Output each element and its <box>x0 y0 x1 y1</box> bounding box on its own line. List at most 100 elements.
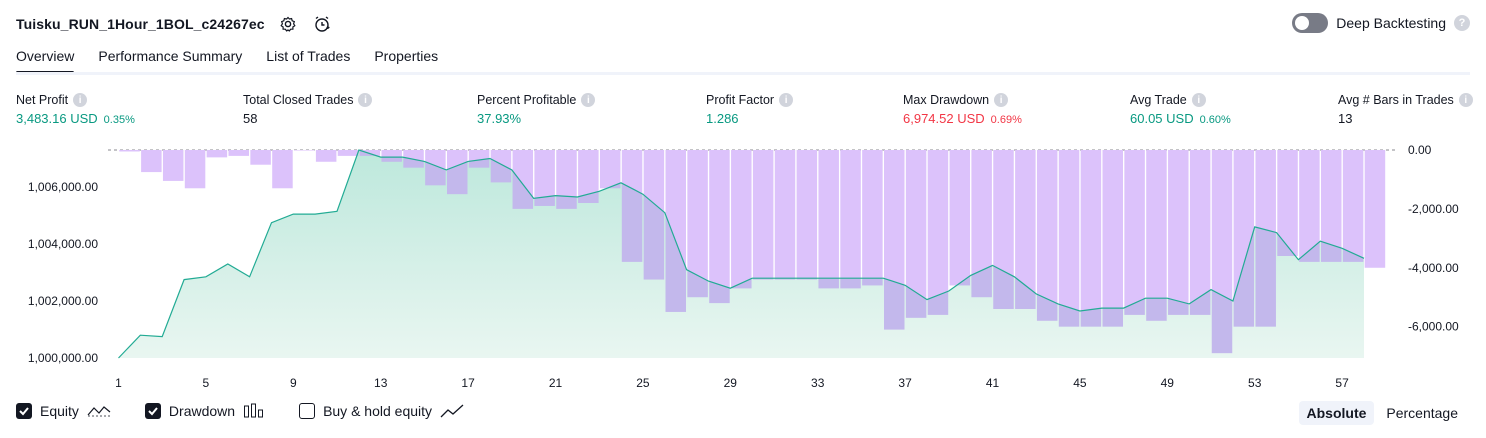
x-axis-tick-label: 9 <box>290 376 297 390</box>
trend-line-icon <box>440 404 464 418</box>
x-axis-tick-label: 1 <box>115 376 122 390</box>
metric-avg-bars: Avg # Bars in Trades i 13 <box>1338 93 1473 126</box>
metric-value: 13 <box>1338 111 1353 126</box>
legend-buy-hold[interactable]: Buy & hold equity <box>299 403 464 419</box>
drawdown-bar <box>1189 150 1211 315</box>
deep-backtesting: Deep Backtesting ? <box>1292 13 1470 33</box>
x-axis-tick-label: 49 <box>1161 376 1175 390</box>
drawdown-bar <box>862 150 883 286</box>
x-axis-tick-label: 45 <box>1073 376 1087 390</box>
metric-label: Max Drawdown <box>903 93 990 107</box>
metric-total-closed-trades: Total Closed Trades i 58 <box>243 93 373 126</box>
legend-drawdown[interactable]: Drawdown <box>144 403 265 419</box>
drawdown-bar <box>206 150 228 158</box>
deep-backtesting-label: Deep Backtesting <box>1336 15 1446 31</box>
metric-percent-profitable: Percent Profitable i 37.93% <box>477 93 596 126</box>
drawdown-checkbox[interactable] <box>144 403 161 419</box>
metric-label: Percent Profitable <box>477 93 577 107</box>
report-tabs: Overview Performance Summary List of Tra… <box>16 44 438 74</box>
deep-backtesting-toggle[interactable] <box>1292 13 1329 33</box>
metric-profit-factor: Profit Factor i 1.286 <box>706 93 794 126</box>
drawdown-bar <box>1146 150 1167 321</box>
metric-value: 3,483.16 USD <box>16 111 98 126</box>
drawdown-bar <box>1102 150 1123 327</box>
metric-max-drawdown: Max Drawdown i 6,974.52 USD 0.69% <box>903 93 1022 126</box>
right-axis-tick-label: -6,000.00 <box>1408 320 1459 334</box>
metric-value: 60.05 USD <box>1130 111 1194 126</box>
drawdown-bar <box>796 150 818 280</box>
legend-equity[interactable]: Equity <box>16 403 111 419</box>
drawdown-bar <box>250 150 271 165</box>
value-mode-switch: Absolute Percentage <box>1298 401 1467 425</box>
x-axis-tick-label: 25 <box>636 376 650 390</box>
x-axis-tick-label: 21 <box>549 376 563 390</box>
x-axis-tick-label: 33 <box>811 376 825 390</box>
left-axis-tick-label: 1,000,000.00 <box>28 351 98 365</box>
info-icon[interactable]: i <box>1191 93 1206 107</box>
right-axis-tick-label: -2,000.00 <box>1408 202 1459 216</box>
drawdown-bar <box>1080 150 1102 327</box>
metric-percent: 0.69% <box>990 114 1022 126</box>
tab-list-of-trades[interactable]: List of Trades <box>266 44 350 74</box>
strategy-title: Tuisku_RUN_1Hour_1BOL_c24267ec <box>16 16 265 32</box>
info-icon[interactable]: i <box>73 93 88 107</box>
info-icon[interactable]: i <box>1458 93 1473 107</box>
drawdown-bar <box>228 150 249 156</box>
bar-chart-icon <box>244 403 264 418</box>
drawdown-bar <box>731 150 752 289</box>
tab-overview[interactable]: Overview <box>16 44 75 74</box>
metric-label: Total Closed Trades <box>243 93 354 107</box>
right-axis-tick-label: 0.00 <box>1408 143 1432 157</box>
tabs-divider <box>16 72 1470 75</box>
left-axis-tick-label: 1,002,000.00 <box>28 294 98 308</box>
mode-percentage[interactable]: Percentage <box>1378 401 1466 425</box>
legend-drawdown-label: Drawdown <box>168 403 236 419</box>
equity-line-icon <box>87 406 111 417</box>
metric-value: 1.286 <box>706 111 739 126</box>
x-axis-tick-label: 57 <box>1335 376 1349 390</box>
drawdown-bar <box>949 150 971 286</box>
metric-net-profit: Net Profit i 3,483.16 USD 0.35% <box>16 93 135 126</box>
metric-label: Net Profit <box>16 93 69 107</box>
settings-icon[interactable] <box>277 13 299 35</box>
legend-equity-label: Equity <box>40 403 79 419</box>
tab-performance-summary[interactable]: Performance Summary <box>98 44 242 74</box>
info-icon[interactable]: i <box>779 93 794 107</box>
drawdown-bar <box>818 150 839 289</box>
chart-legend: Equity Drawdown Buy & hold equity <box>16 403 464 419</box>
metric-percent: 0.35% <box>103 114 135 126</box>
metrics-row: Net Profit i 3,483.16 USD 0.35% Total Clos… <box>0 93 1486 133</box>
equity-drawdown-chart[interactable]: 1,000,000.00 1,002,000.00 1,004,000.00 1,00… <box>0 140 1486 395</box>
drawdown-bar <box>1124 150 1145 315</box>
help-icon[interactable]: ? <box>1454 15 1470 31</box>
info-icon[interactable]: i <box>994 93 1009 107</box>
x-axis-tick-label: 29 <box>724 376 738 390</box>
x-axis-tick-label: 41 <box>986 376 1000 390</box>
drawdown-bar <box>1058 150 1080 327</box>
buy-hold-checkbox[interactable] <box>299 403 316 419</box>
metric-value: 6,974.52 USD <box>903 111 985 126</box>
info-icon[interactable]: i <box>358 93 373 107</box>
drawdown-bar <box>315 150 337 162</box>
drawdown-bar <box>184 150 206 189</box>
drawdown-bar <box>337 150 359 156</box>
metric-label: Avg Trade <box>1130 93 1187 107</box>
drawdown-bar <box>162 150 184 181</box>
drawdown-bar <box>774 150 796 280</box>
x-axis-tick-label: 37 <box>898 376 912 390</box>
left-axis-tick-label: 1,004,000.00 <box>28 237 98 251</box>
drawdown-bar <box>272 150 293 189</box>
tab-properties[interactable]: Properties <box>374 44 438 74</box>
mode-absolute[interactable]: Absolute <box>1298 401 1375 425</box>
metric-value: 58 <box>243 111 258 126</box>
right-axis-tick-label: -4,000.00 <box>1408 261 1459 275</box>
left-axis-tick-label: 1,006,000.00 <box>28 180 98 194</box>
metric-label: Avg # Bars in Trades <box>1338 93 1454 107</box>
info-icon[interactable]: i <box>581 93 596 107</box>
alarm-clock-icon[interactable] <box>311 13 333 35</box>
drawdown-bar <box>1364 150 1386 268</box>
drawdown-bar <box>1168 150 1189 315</box>
drawdown-bar <box>119 150 140 152</box>
drawdown-bar <box>752 150 774 280</box>
equity-checkbox[interactable] <box>16 403 32 419</box>
